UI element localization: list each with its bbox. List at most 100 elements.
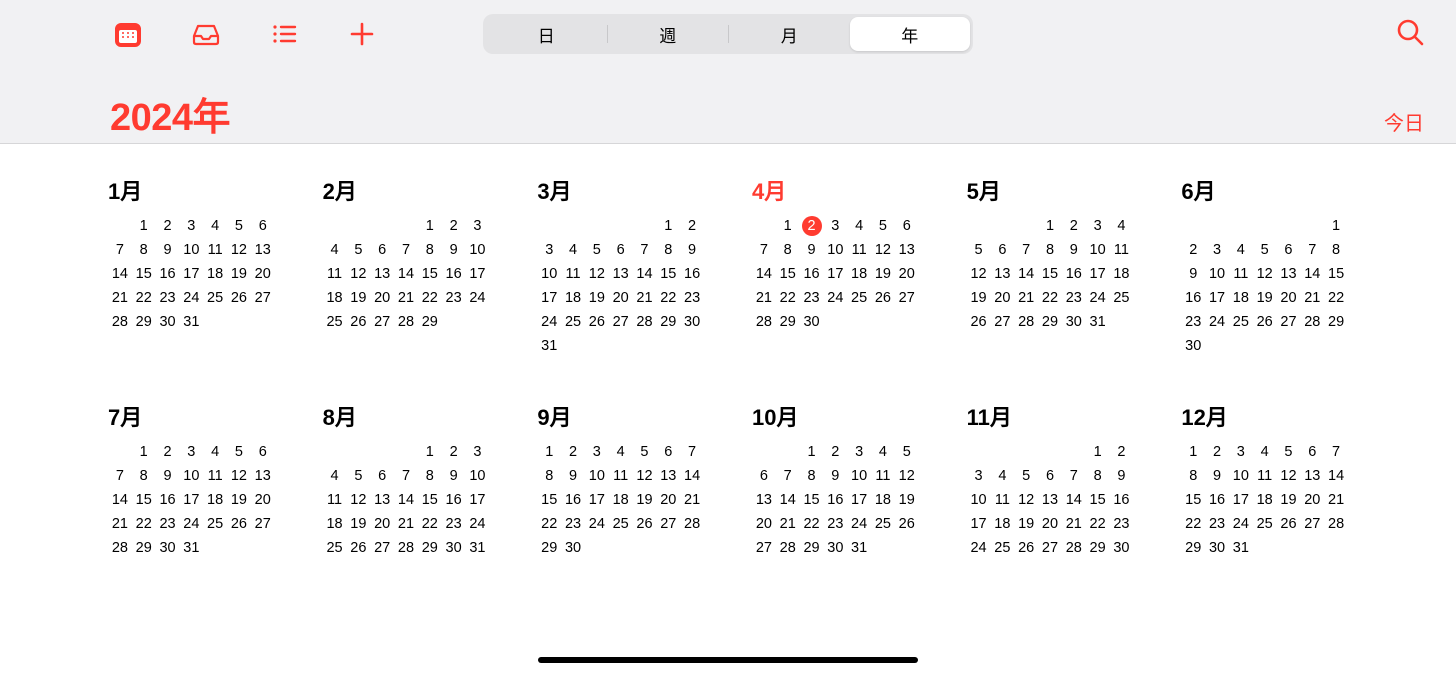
day-cell[interactable]: 8	[537, 466, 561, 486]
day-cell[interactable]: 14	[1324, 466, 1348, 486]
day-cell[interactable]: 6	[251, 442, 275, 462]
day-cell[interactable]: 21	[1324, 490, 1348, 510]
day-cell[interactable]: 6	[1277, 240, 1301, 260]
day-cell[interactable]: 25	[871, 514, 895, 534]
day-cell[interactable]: 27	[656, 514, 680, 534]
day-cell[interactable]: 21	[108, 288, 132, 308]
month-block[interactable]: 9月12345678910111213141516171819202122232…	[537, 400, 704, 558]
day-cell[interactable]: 29	[776, 312, 800, 332]
day-cell[interactable]: 2	[823, 442, 847, 462]
day-cell[interactable]: 20	[370, 514, 394, 534]
day-cell[interactable]: 3	[847, 442, 871, 462]
day-cell[interactable]: 1	[537, 442, 561, 462]
day-cell[interactable]: 5	[227, 442, 251, 462]
day-cell[interactable]: 13	[990, 264, 1014, 284]
day-cell[interactable]: 17	[1205, 288, 1229, 308]
month-block[interactable]: 1月12345678910111213141516171819202122232…	[108, 174, 275, 356]
day-cell[interactable]: 17	[1229, 490, 1253, 510]
day-cell[interactable]: 6	[370, 240, 394, 260]
day-cell[interactable]: 5	[1277, 442, 1301, 462]
day-cell[interactable]: 20	[1277, 288, 1301, 308]
day-cell[interactable]: 9	[442, 466, 466, 486]
day-cell[interactable]: 19	[585, 288, 609, 308]
day-cell[interactable]: 23	[442, 514, 466, 534]
day-cell[interactable]: 18	[847, 264, 871, 284]
day-cell[interactable]: 26	[1253, 312, 1277, 332]
day-cell[interactable]: 24	[466, 288, 490, 308]
day-cell[interactable]: 24	[537, 312, 561, 332]
day-cell[interactable]: 26	[1014, 538, 1038, 558]
day-cell[interactable]: 4	[990, 466, 1014, 486]
today-button[interactable]: 今日	[1384, 107, 1424, 136]
day-cell[interactable]: 15	[656, 264, 680, 284]
day-cell[interactable]: 1	[1038, 216, 1062, 236]
day-cell[interactable]: 4	[1229, 240, 1253, 260]
day-cell[interactable]: 27	[1300, 514, 1324, 534]
day-cell[interactable]: 25	[1253, 514, 1277, 534]
day-cell[interactable]: 24	[847, 514, 871, 534]
day-cell[interactable]: 31	[179, 312, 203, 332]
day-cell[interactable]: 29	[656, 312, 680, 332]
day-cell[interactable]: 2	[1181, 240, 1205, 260]
day-cell[interactable]: 15	[1181, 490, 1205, 510]
day-cell[interactable]: 14	[1300, 264, 1324, 284]
day-cell[interactable]: 28	[394, 312, 418, 332]
day-cell[interactable]: 28	[680, 514, 704, 534]
day-cell[interactable]: 2	[1062, 216, 1086, 236]
day-cell[interactable]: 31	[847, 538, 871, 558]
day-cell[interactable]: 4	[871, 442, 895, 462]
day-cell[interactable]: 10	[179, 466, 203, 486]
day-cell[interactable]: 10	[466, 240, 490, 260]
day-cell[interactable]: 31	[179, 538, 203, 558]
day-cell[interactable]: 7	[680, 442, 704, 462]
day-cell[interactable]: 13	[1038, 490, 1062, 510]
day-cell[interactable]: 12	[585, 264, 609, 284]
day-cell[interactable]: 18	[203, 264, 227, 284]
day-cell[interactable]: 16	[156, 264, 180, 284]
day-cell[interactable]: 9	[561, 466, 585, 486]
day-cell[interactable]: 27	[251, 514, 275, 534]
day-cell[interactable]: 13	[370, 264, 394, 284]
day-cell[interactable]: 24	[179, 288, 203, 308]
day-cell[interactable]: 25	[1110, 288, 1134, 308]
day-cell[interactable]: 10	[1229, 466, 1253, 486]
day-cell[interactable]: 14	[108, 490, 132, 510]
day-cell[interactable]: 10	[585, 466, 609, 486]
day-cell[interactable]: 26	[871, 288, 895, 308]
day-cell[interactable]: 27	[370, 538, 394, 558]
day-cell[interactable]: 11	[847, 240, 871, 260]
day-cell[interactable]: 21	[394, 514, 418, 534]
day-cell[interactable]: 6	[752, 466, 776, 486]
day-cell[interactable]: 20	[656, 490, 680, 510]
calendar-icon[interactable]	[110, 16, 146, 52]
day-cell[interactable]: 31	[466, 538, 490, 558]
day-cell[interactable]: 22	[1086, 514, 1110, 534]
day-cell[interactable]: 10	[537, 264, 561, 284]
day-cell[interactable]: 30	[442, 538, 466, 558]
day-cell[interactable]: 29	[800, 538, 824, 558]
day-cell[interactable]: 5	[633, 442, 657, 462]
day-cell[interactable]: 28	[1014, 312, 1038, 332]
day-today[interactable]: 2	[800, 216, 824, 236]
day-cell[interactable]: 20	[370, 288, 394, 308]
day-cell[interactable]: 3	[1229, 442, 1253, 462]
day-cell[interactable]: 17	[179, 490, 203, 510]
day-cell[interactable]: 9	[156, 466, 180, 486]
day-cell[interactable]: 5	[585, 240, 609, 260]
day-cell[interactable]: 23	[800, 288, 824, 308]
day-cell[interactable]: 12	[227, 240, 251, 260]
day-cell[interactable]: 9	[823, 466, 847, 486]
day-cell[interactable]: 30	[1110, 538, 1134, 558]
day-cell[interactable]: 7	[1014, 240, 1038, 260]
day-cell[interactable]: 26	[227, 288, 251, 308]
day-cell[interactable]: 1	[418, 442, 442, 462]
day-cell[interactable]: 11	[203, 240, 227, 260]
day-cell[interactable]: 11	[561, 264, 585, 284]
day-cell[interactable]: 28	[394, 538, 418, 558]
day-cell[interactable]: 8	[418, 240, 442, 260]
day-cell[interactable]: 22	[776, 288, 800, 308]
day-cell[interactable]: 18	[203, 490, 227, 510]
day-cell[interactable]: 11	[323, 264, 347, 284]
tab-year[interactable]: 年	[850, 17, 971, 51]
day-cell[interactable]: 3	[537, 240, 561, 260]
